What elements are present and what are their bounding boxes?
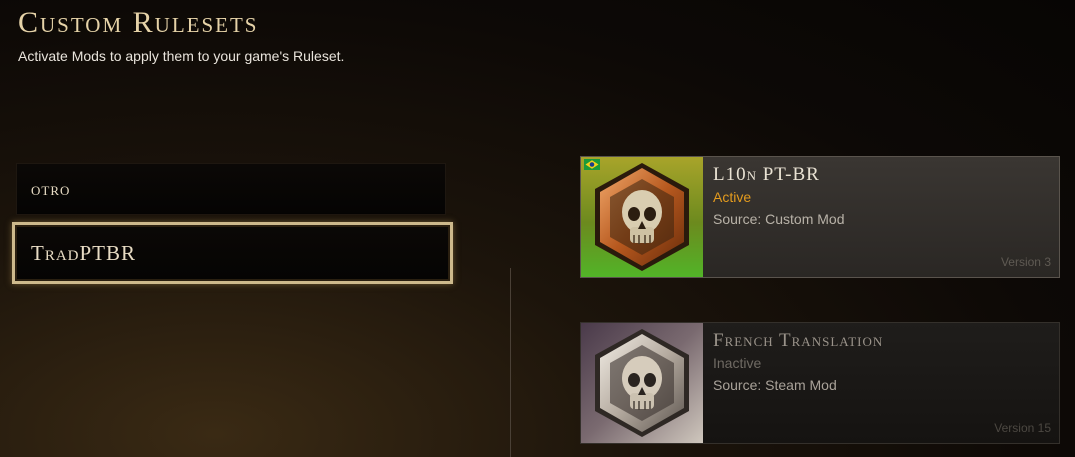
mod-thumbnail (581, 323, 703, 443)
mod-name: L10n PT-BR (713, 164, 820, 185)
page-title: Custom Rulesets (18, 6, 259, 39)
mod-status: Active (713, 189, 752, 205)
ruleset-item-label: TradPTBR (31, 240, 137, 265)
ruleset-item-tradptbr[interactable]: TradPTBR (12, 222, 453, 284)
page-subtitle: Activate Mods to apply them to your game… (18, 48, 345, 64)
mod-status: Inactive (713, 355, 762, 371)
ruleset-item-label: otro (31, 178, 71, 199)
mod-card-french-translation[interactable]: French Translation Inactive Source: Stea… (580, 322, 1060, 444)
mod-version: Version 3 (1000, 255, 1051, 269)
mod-name: French Translation (713, 330, 884, 351)
mod-source: Source: Steam Mod (713, 377, 837, 393)
mod-card-l10n-pt-br[interactable]: L10n PT-BR Active Source: Custom Mod Ver… (580, 156, 1060, 278)
ruleset-item-otro[interactable]: otro (16, 163, 446, 215)
mod-version: Version 15 (994, 421, 1051, 435)
mod-thumbnail (581, 157, 703, 277)
mod-source: Source: Custom Mod (713, 211, 845, 227)
panel-divider (510, 268, 511, 457)
brazil-flag-icon (584, 159, 600, 170)
